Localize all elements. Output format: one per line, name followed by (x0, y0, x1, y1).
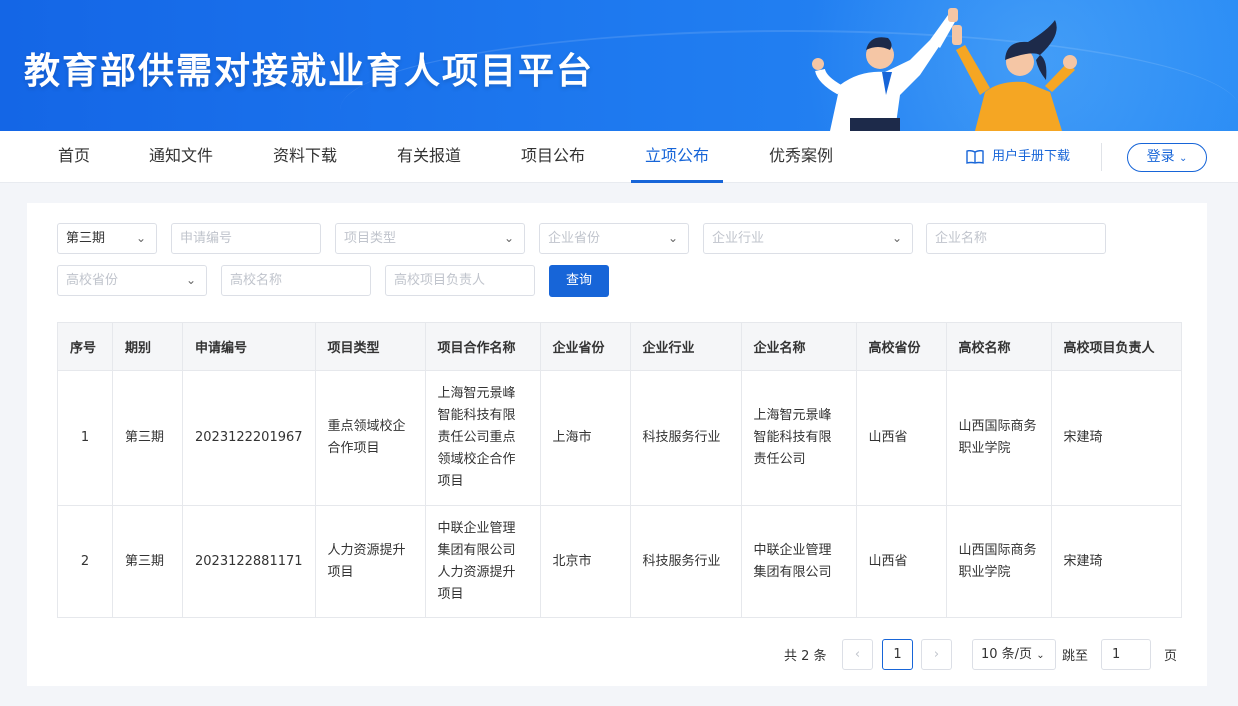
page-number-current[interactable]: 1 (882, 639, 913, 670)
man-figure (812, 8, 958, 131)
table-cell: 2 (57, 505, 113, 618)
table-cell: 中联企业管理集团有限公司人力资源提升项目 (424, 505, 541, 618)
page-suffix: 页 (1164, 649, 1178, 664)
table-row: 1 第三期 2023122201967 重点领域校企合作项目 上海智元景峰智能科… (57, 370, 1182, 506)
nav-item-downloads[interactable]: 资料下载 (272, 131, 338, 183)
results-table: 序号 期别 申请编号 项目类型 项目合作名称 企业省份 企业行业 企业名称 高校… (57, 322, 1182, 618)
table-row: 2 第三期 2023122881171 人力资源提升项目 中联企业管理集团有限公… (57, 505, 1182, 618)
university-name-placeholder: 高校名称 (230, 273, 283, 288)
table-cell: 上海市 (539, 370, 631, 506)
company-name-placeholder: 企业名称 (935, 231, 988, 246)
table-header-cell: 项目合作名称 (424, 322, 541, 371)
table-header-cell: 高校名称 (945, 322, 1052, 371)
pager-total: 共 2 条 (784, 649, 827, 664)
company-province-placeholder: 企业省份 (548, 231, 601, 246)
woman-figure (952, 20, 1077, 131)
nav-item-approval-announce[interactable]: 立项公布 (631, 131, 723, 183)
nav-item-home[interactable]: 首页 (57, 131, 91, 183)
project-type-select[interactable]: 项目类型 ⌄ (335, 223, 525, 254)
table-header-cell: 高校省份 (855, 322, 947, 371)
high-five-illustration (812, 8, 1077, 131)
application-no-placeholder: 申请编号 (180, 231, 233, 246)
nav-item-reports[interactable]: 有关报道 (396, 131, 462, 183)
nav-item-notices[interactable]: 通知文件 (148, 131, 214, 183)
company-province-select[interactable]: 企业省份 ⌄ (539, 223, 689, 254)
table-cell: 2023122201967 (182, 370, 316, 506)
table-header-cell: 期别 (112, 322, 183, 371)
page-size-select[interactable]: 10 条/页 ⌄ (972, 639, 1056, 670)
university-province-select[interactable]: 高校省份 ⌄ (57, 265, 207, 296)
table-header-cell: 高校项目负责人 (1050, 322, 1182, 371)
table-cell: 宋建琦 (1050, 505, 1182, 618)
table-cell: 科技服务行业 (629, 370, 742, 506)
chevron-down-icon: ⌄ (503, 231, 514, 245)
table-header-row: 序号 期别 申请编号 项目类型 项目合作名称 企业省份 企业行业 企业名称 高校… (57, 322, 1182, 371)
jump-page-input[interactable]: 1 (1101, 639, 1151, 670)
project-leader-input[interactable]: 高校项目负责人 (385, 265, 535, 296)
page-size-value: 10 条/页 (981, 647, 1033, 662)
company-industry-select[interactable]: 企业行业 ⌄ (703, 223, 913, 254)
next-page-button[interactable]: › (921, 639, 952, 670)
table-header-cell: 企业省份 (539, 322, 631, 371)
university-name-input[interactable]: 高校名称 (221, 265, 371, 296)
period-select[interactable]: 第三期 ⌄ (57, 223, 157, 254)
table-header-cell: 企业行业 (629, 322, 742, 371)
table-cell: 山西省 (855, 505, 947, 618)
application-no-input[interactable]: 申请编号 (171, 223, 321, 254)
table-cell: 中联企业管理集团有限公司 (740, 505, 857, 618)
header-banner: 教育部供需对接就业育人项目平台 (0, 0, 1238, 131)
nav-item-cases[interactable]: 优秀案例 (768, 131, 834, 183)
table-cell: 2023122881171 (182, 505, 316, 618)
project-leader-placeholder: 高校项目负责人 (394, 273, 486, 288)
table-cell: 科技服务行业 (629, 505, 742, 618)
table-cell: 1 (57, 370, 113, 506)
table-header-cell: 序号 (57, 322, 113, 371)
table-cell: 人力资源提升项目 (314, 505, 426, 618)
chevron-down-icon: ⌄ (891, 231, 902, 245)
table-cell: 重点领域校企合作项目 (314, 370, 426, 506)
login-button[interactable]: 登录 ⌄ (1127, 143, 1207, 172)
nav-divider (1101, 143, 1102, 171)
period-value: 第三期 (66, 231, 106, 246)
chevron-down-icon: ⌄ (1179, 153, 1188, 164)
table-cell: 宋建琦 (1050, 370, 1182, 506)
query-button[interactable]: 查询 (549, 265, 609, 297)
table-cell: 第三期 (112, 505, 183, 618)
project-type-placeholder: 项目类型 (344, 231, 397, 246)
table-header-cell: 项目类型 (314, 322, 426, 371)
login-label: 登录 (1146, 149, 1175, 165)
company-industry-placeholder: 企业行业 (712, 231, 765, 246)
table-cell: 上海智元景峰智能科技有限责任公司重点领域校企合作项目 (424, 370, 541, 506)
main-nav: 首页 通知文件 资料下载 有关报道 项目公布 立项公布 优秀案例 用户手册下载 … (0, 131, 1238, 183)
site-title: 教育部供需对接就业育人项目平台 (24, 51, 595, 92)
manual-download-label: 用户手册下载 (992, 149, 1071, 164)
manual-download-link[interactable]: 用户手册下载 (966, 131, 1070, 183)
chevron-down-icon: ⌄ (1036, 650, 1045, 661)
jump-label: 跳至 (1062, 649, 1089, 664)
table-cell: 山西国际商务职业学院 (945, 505, 1052, 618)
table-header-cell: 企业名称 (740, 322, 857, 371)
prev-page-button[interactable]: ‹ (842, 639, 873, 670)
table-cell: 北京市 (539, 505, 631, 618)
chevron-down-icon: ⌄ (135, 231, 146, 245)
university-province-placeholder: 高校省份 (66, 273, 119, 288)
table-header-cell: 申请编号 (182, 322, 316, 371)
chevron-down-icon: ⌄ (667, 231, 678, 245)
table-cell: 山西省 (855, 370, 947, 506)
table-cell: 山西国际商务职业学院 (945, 370, 1052, 506)
table-cell: 上海智元景峰智能科技有限责任公司 (740, 370, 857, 506)
nav-item-project-announce[interactable]: 项目公布 (520, 131, 586, 183)
table-cell: 第三期 (112, 370, 183, 506)
book-icon (966, 149, 984, 164)
chevron-down-icon: ⌄ (185, 273, 196, 287)
company-name-input[interactable]: 企业名称 (926, 223, 1106, 254)
